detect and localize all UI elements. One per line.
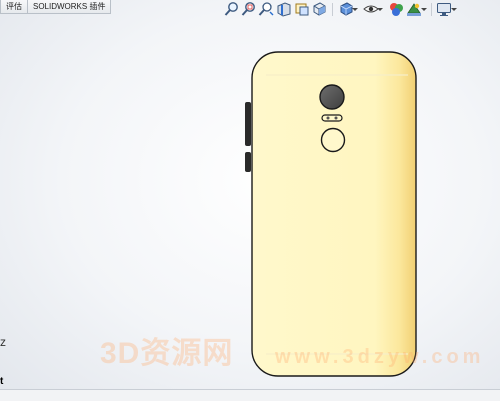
previous-view-icon[interactable]: [258, 1, 274, 17]
tab-evaluate[interactable]: 评估: [0, 0, 28, 14]
bottom-status-bar: [0, 389, 500, 401]
flash: [321, 114, 343, 122]
watermark-title: 3D资源网: [100, 337, 234, 370]
chevron-down-icon[interactable]: [352, 1, 358, 17]
flash-led-right: [334, 116, 338, 120]
volume-button: [245, 102, 251, 146]
apply-scene-icon[interactable]: [406, 1, 422, 17]
flash-led-left: [326, 116, 330, 120]
toolbar-separator: [332, 3, 333, 16]
watermark-url: www.3dzyw.com: [275, 346, 485, 368]
fingerprint-sensor: [320, 127, 346, 153]
phone-back-model[interactable]: [240, 48, 420, 380]
view-orientation-icon[interactable]: [311, 1, 327, 17]
phone-model-viewport[interactable]: [240, 48, 420, 380]
chevron-down-icon[interactable]: [377, 1, 383, 17]
tab-solidworks-addins[interactable]: SOLIDWORKS 插件: [28, 0, 112, 14]
view-settings-icon[interactable]: [436, 1, 452, 17]
zoom-to-area-icon[interactable]: [241, 1, 257, 17]
chevron-down-icon[interactable]: [451, 1, 457, 17]
chevron-down-icon[interactable]: [421, 1, 427, 17]
triad-axis-label: t: [0, 376, 4, 387]
edit-appearance-icon[interactable]: [388, 1, 404, 17]
command-manager-tabs: 评估 SOLIDWORKS 插件: [0, 0, 112, 15]
dynamic-annotation-view-icon[interactable]: [294, 1, 310, 17]
toolbar-separator: [431, 3, 432, 16]
camera-lens: [319, 84, 345, 110]
triad-fragment: z: [0, 335, 6, 349]
section-view-icon[interactable]: [276, 1, 292, 17]
zoom-to-fit-icon[interactable]: [224, 1, 240, 17]
power-button: [245, 152, 251, 172]
